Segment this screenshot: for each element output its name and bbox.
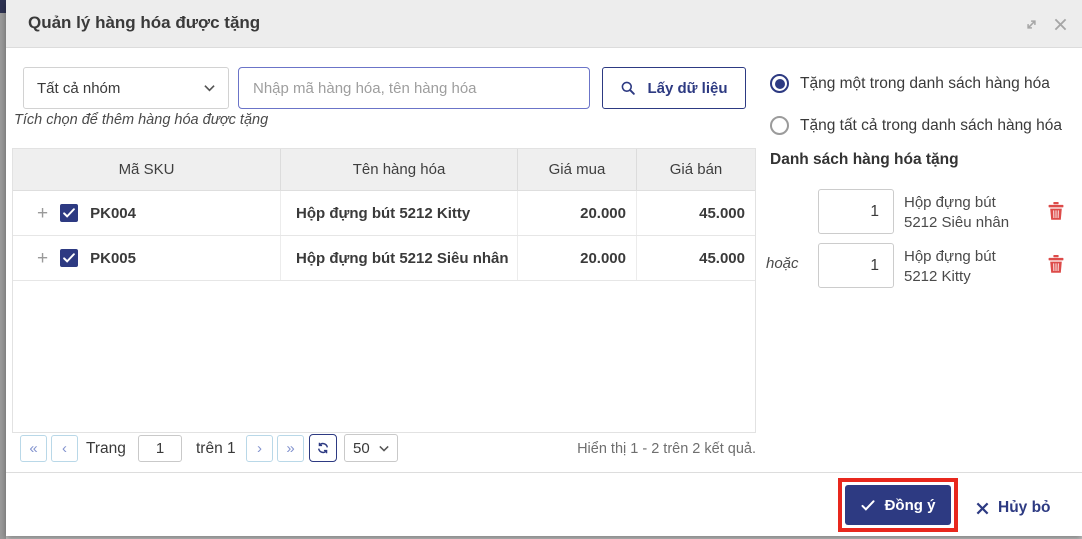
confirm-button[interactable]: Đồng ý — [845, 485, 951, 525]
gift-qty-input[interactable] — [818, 189, 894, 234]
cancel-label: Hủy bỏ — [998, 499, 1051, 516]
row-checkbox[interactable] — [60, 249, 79, 267]
refresh-icon — [317, 442, 329, 454]
confirm-highlight-annotation: Đồng ý — [838, 478, 958, 532]
confirm-label: Đồng ý — [884, 496, 936, 514]
page-total-label: trên 1 — [196, 440, 236, 457]
results-summary: Hiển thị 1 - 2 trên 2 kết quả. — [577, 441, 756, 457]
check-icon — [861, 499, 875, 511]
fetch-data-label: Lấy dữ liệu — [647, 79, 728, 97]
gift-item-name: Hộp đựng bút 5212 Siêu nhân — [904, 194, 1010, 231]
footer-divider — [6, 472, 1082, 473]
or-label: hoặc — [766, 255, 799, 272]
row-buy-price: 20.000 — [517, 191, 636, 235]
next-page-button[interactable]: › — [246, 435, 273, 462]
page-label: Trang — [86, 440, 126, 457]
search-input[interactable] — [238, 67, 590, 109]
expand-icon[interactable] — [1022, 15, 1040, 33]
row-checkbox[interactable] — [60, 204, 79, 222]
table-header-row: Mã SKU Tên hàng hóa Giá mua Giá bán — [13, 149, 755, 191]
radio-gift-all-label: Tặng tất cả trong danh sách hàng hóa — [800, 116, 1062, 134]
cancel-button[interactable]: Hủy bỏ — [976, 499, 1051, 517]
page-size-select[interactable]: 50 — [344, 434, 398, 462]
expand-row-icon[interactable]: + — [37, 204, 48, 223]
first-page-button[interactable]: « — [20, 435, 47, 462]
check-icon — [63, 253, 75, 263]
row-sku: PK004 — [90, 204, 136, 222]
product-table: Mã SKU Tên hàng hóa Giá mua Giá bán + PK… — [12, 148, 756, 433]
row-sell-price: 45.000 — [636, 236, 755, 280]
radio-gift-all[interactable]: Tặng tất cả trong danh sách hàng hóa — [770, 116, 1062, 135]
expand-row-icon[interactable]: + — [37, 249, 48, 268]
row-sell-price: 45.000 — [636, 191, 755, 235]
radio-gift-one-label: Tặng một trong danh sách hàng hóa — [800, 74, 1050, 92]
chevron-down-icon — [204, 85, 215, 92]
trash-icon[interactable] — [1048, 255, 1066, 275]
table-row[interactable]: + PK005 Hộp đựng bút 5212 Siêu nhân 20.0… — [13, 236, 755, 281]
pagination-bar: « ‹ Trang trên 1 › » 50 Hiển t — [12, 434, 756, 464]
prev-page-button[interactable]: ‹ — [51, 435, 78, 462]
gift-management-dialog: Quản lý hàng hóa được tặng Tất cả nhóm N… — [6, 0, 1082, 536]
selection-hint: Tích chọn để thêm hàng hóa được tặng — [14, 112, 269, 128]
chevron-down-icon — [379, 445, 389, 452]
page-size-value: 50 — [353, 439, 370, 457]
radio-unselected-icon — [770, 116, 789, 135]
column-header-sell[interactable]: Giá bán — [636, 149, 755, 190]
column-header-name[interactable]: Tên hàng hóa — [280, 149, 517, 190]
last-page-button[interactable]: » — [277, 435, 304, 462]
row-sku: PK005 — [90, 249, 136, 267]
gift-qty-input[interactable] — [818, 243, 894, 288]
refresh-button[interactable] — [309, 434, 337, 462]
group-select[interactable]: Tất cả nhóm — [23, 67, 229, 109]
table-row[interactable]: + PK004 Hộp đựng bút 5212 Kitty 20.000 4… — [13, 191, 755, 236]
gift-list-heading: Danh sách hàng hóa tặng — [770, 151, 959, 168]
column-header-buy[interactable]: Giá mua — [517, 149, 636, 190]
gift-item-name: Hộp đựng bút 5212 Kitty — [904, 248, 996, 285]
screen: Quản lý hàng hóa được tặng Tất cả nhóm N… — [0, 0, 1082, 539]
radio-gift-one[interactable]: Tặng một trong danh sách hàng hóa — [770, 74, 1050, 93]
check-icon — [63, 208, 75, 218]
trash-icon[interactable] — [1048, 202, 1066, 222]
radio-selected-icon — [770, 74, 789, 93]
row-buy-price: 20.000 — [517, 236, 636, 280]
x-icon — [976, 502, 989, 514]
page-number-input[interactable] — [138, 435, 182, 462]
row-product-name: Hộp đựng bút 5212 Siêu nhân — [280, 236, 517, 280]
group-select-value: Tất cả nhóm — [37, 79, 121, 97]
close-icon[interactable] — [1051, 15, 1069, 33]
column-header-sku[interactable]: Mã SKU — [13, 149, 280, 190]
dialog-header: Quản lý hàng hóa được tặng — [6, 0, 1082, 48]
dialog-title: Quản lý hàng hóa được tặng — [28, 13, 261, 32]
search-icon — [622, 81, 636, 95]
fetch-data-button[interactable]: Lấy dữ liệu — [602, 67, 746, 109]
row-product-name: Hộp đựng bút 5212 Kitty — [280, 191, 517, 235]
